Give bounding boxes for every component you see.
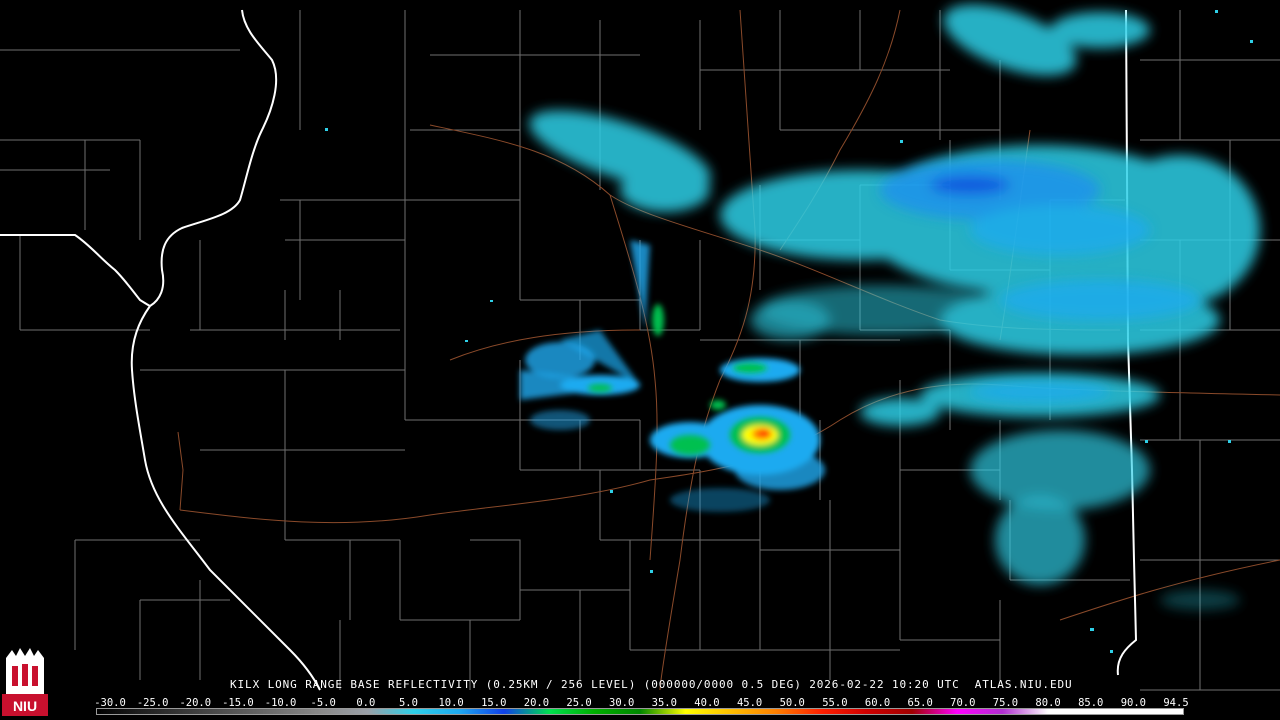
radar-map (0, 4, 1280, 691)
color-bar-frame (96, 708, 1184, 715)
product-title: KILX LONG RANGE BASE REFLECTIVITY (0.25K… (230, 678, 1073, 691)
reflectivity-echoes (325, 4, 1260, 653)
